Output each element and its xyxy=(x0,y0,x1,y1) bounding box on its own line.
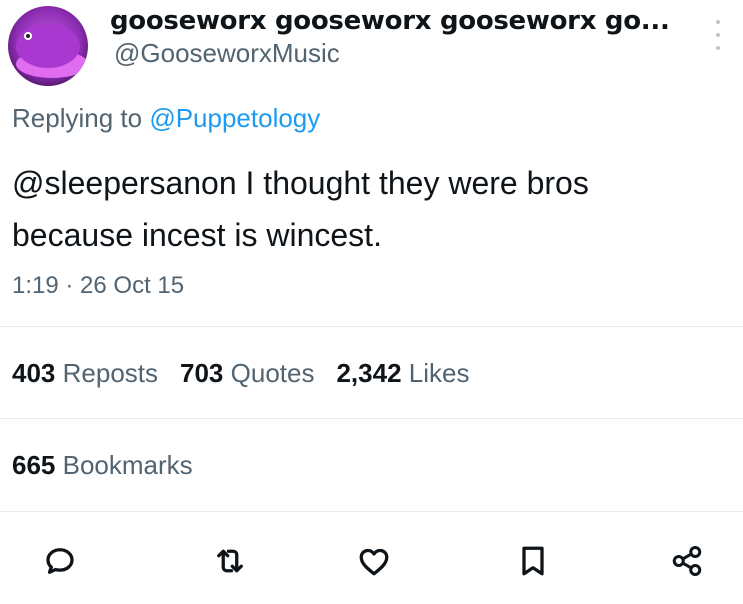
reposts-count: 403 xyxy=(12,358,56,388)
likes-count: 2,342 xyxy=(336,358,402,388)
tweet-text-line-1: @sleepersanon I thought they were bros xyxy=(12,165,589,201)
purple-creature-avatar-icon xyxy=(8,6,88,86)
quotes-label: Quotes xyxy=(230,358,315,388)
quotes-stat[interactable]: 703 Quotes xyxy=(180,358,314,388)
bookmarks-count: 665 xyxy=(12,450,56,480)
replying-to: Replying to @Puppetology xyxy=(12,103,320,134)
divider xyxy=(0,418,743,419)
bookmarks-stat[interactable]: 665 Bookmarks xyxy=(12,450,193,481)
tweet-text: @sleepersanon I thought they were bros b… xyxy=(12,157,732,261)
share-button[interactable] xyxy=(669,543,705,579)
more-options-icon[interactable] xyxy=(713,20,723,50)
bookmark-button[interactable] xyxy=(515,543,551,579)
repost-button[interactable] xyxy=(212,543,248,579)
user-handle[interactable]: @GooseworxMusic xyxy=(114,38,340,69)
replying-to-mention-link[interactable]: @Puppetology xyxy=(149,103,320,133)
avatar[interactable] xyxy=(8,6,88,86)
tweet-timestamp[interactable]: 1:19 · 26 Oct 15 xyxy=(12,272,184,300)
like-button[interactable] xyxy=(356,543,392,579)
quotes-count: 703 xyxy=(180,358,224,388)
tweet-text-line-2: because incest is wincest. xyxy=(12,217,382,253)
reply-button[interactable] xyxy=(42,543,78,579)
likes-stat[interactable]: 2,342 Likes xyxy=(336,358,469,388)
divider xyxy=(0,511,743,512)
divider xyxy=(0,326,743,327)
like-icon xyxy=(359,548,389,576)
reposts-label: Reposts xyxy=(62,358,159,388)
bookmark-icon xyxy=(522,546,544,576)
repost-icon xyxy=(217,549,243,573)
engagement-stats: 403 Reposts 703 Quotes 2,342 Likes xyxy=(12,358,491,389)
bookmarks-label: Bookmarks xyxy=(62,450,193,480)
replying-to-prefix: Replying to xyxy=(12,103,150,133)
reply-icon xyxy=(46,548,74,574)
reposts-stat[interactable]: 403 Reposts xyxy=(12,358,158,388)
likes-label: Likes xyxy=(408,358,470,388)
share-icon xyxy=(672,546,702,576)
display-name[interactable]: gooseworx gooseworx gooseworx go... xyxy=(110,6,670,36)
